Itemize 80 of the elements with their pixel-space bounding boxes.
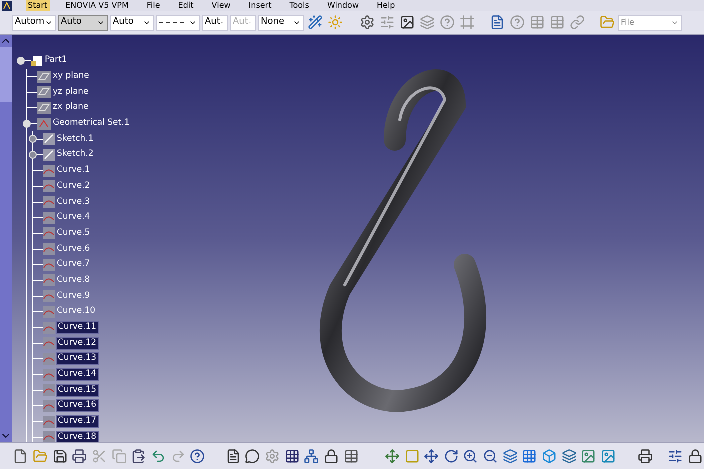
menu-item[interactable]: ENOVIA V5 VPM <box>64 0 131 12</box>
curve-icon <box>43 243 55 256</box>
menu-item[interactable]: Window <box>325 0 361 12</box>
tree-item[interactable]: Part1 <box>44 55 68 66</box>
tree-item[interactable]: Curve.13 <box>56 352 99 366</box>
style-dropdown[interactable]: Aut <box>202 14 228 30</box>
collapse-toggle-icon[interactable] <box>23 120 31 128</box>
part-icon <box>31 54 43 67</box>
curve-icon <box>43 212 55 224</box>
style-dropdown[interactable]: Auto <box>58 14 108 30</box>
file-dropdown[interactable]: File <box>618 14 682 30</box>
menu-item[interactable]: Tools <box>288 0 312 12</box>
speech-bubble-icon[interactable] <box>244 447 262 465</box>
curve-icon <box>43 274 55 286</box>
tree-item[interactable]: Curve.10 <box>56 306 97 318</box>
tree-item[interactable]: Curve.11 <box>56 321 99 334</box>
stack-icon[interactable] <box>560 447 578 465</box>
tree-item[interactable]: Curve.14 <box>56 368 99 382</box>
expand-toggle-icon[interactable] <box>29 150 37 159</box>
scroll-thumb[interactable] <box>0 47 12 102</box>
printer-icon[interactable] <box>70 447 89 465</box>
curve-icon <box>43 306 55 318</box>
tree-item[interactable]: Sketch.2 <box>56 149 95 160</box>
cube-icon[interactable] <box>540 447 558 465</box>
menu-item[interactable]: File <box>144 0 162 12</box>
tree-item[interactable]: yz plane <box>52 86 90 98</box>
move-icon[interactable] <box>384 447 402 465</box>
tree-item[interactable]: Geometrical Set.1 <box>52 118 131 130</box>
app-logo-icon[interactable] <box>2 0 12 10</box>
tree-item[interactable]: Sketch.1 <box>56 134 95 145</box>
style-dropdown[interactable] <box>156 14 200 30</box>
tree-item[interactable]: Curve.15 <box>56 384 99 397</box>
curve-icon <box>43 352 55 365</box>
expand-toggle-icon[interactable] <box>29 135 37 144</box>
curve-icon <box>43 180 55 192</box>
tree-item[interactable]: Curve.18 <box>56 430 99 442</box>
tree-item[interactable]: Curve.9 <box>56 290 92 302</box>
tree-icon[interactable] <box>302 447 321 465</box>
curve-icon <box>43 337 55 350</box>
pan-icon[interactable] <box>422 447 440 465</box>
menu-item[interactable]: Help <box>375 0 398 12</box>
menu-item[interactable]: Start <box>26 0 50 12</box>
gear-icon[interactable] <box>358 14 376 32</box>
curve-icon <box>43 227 55 240</box>
tree-item[interactable]: Curve.4 <box>56 212 92 224</box>
curve-icon <box>43 384 55 396</box>
style-dropdown[interactable]: None <box>258 14 304 30</box>
curve-icon <box>43 290 55 302</box>
curve-icon <box>43 258 55 271</box>
style-dropdown[interactable]: Auto <box>110 14 154 30</box>
curve-icon <box>43 164 55 177</box>
menu-item[interactable]: View <box>210 0 233 12</box>
tree-item[interactable]: xy plane <box>52 71 90 82</box>
help-icon[interactable] <box>188 447 207 465</box>
menu-item[interactable]: Insert <box>246 0 274 12</box>
lock-icon[interactable] <box>322 447 340 465</box>
tree-item[interactable]: zx plane <box>52 102 90 114</box>
tree-item[interactable]: Curve.5 <box>56 228 92 239</box>
tree-item[interactable]: Curve.6 <box>56 244 92 255</box>
tree-item[interactable]: Curve.7 <box>56 259 92 270</box>
collapse-toggle-icon[interactable] <box>17 56 25 65</box>
printer-icon[interactable] <box>637 447 655 465</box>
curve-icon <box>43 322 55 334</box>
tree-item[interactable]: Curve.1 <box>56 165 92 176</box>
curve-icon <box>43 196 55 208</box>
menu-item[interactable]: Edit <box>176 0 196 12</box>
curve-icon <box>43 400 55 412</box>
dashed-line-icon <box>159 20 185 24</box>
scrollbar[interactable] <box>0 35 12 442</box>
style-dropdown[interactable]: Autom <box>12 14 56 30</box>
brush-icon[interactable] <box>306 14 324 32</box>
tree-item[interactable]: Curve.3 <box>56 196 92 208</box>
tree-item[interactable]: Curve.12 <box>56 336 99 350</box>
tree-item[interactable]: Curve.17 <box>56 415 99 428</box>
tree-item[interactable]: Curve.16 <box>56 399 99 412</box>
tree-item[interactable]: Curve.2 <box>56 180 92 192</box>
curve-icon <box>43 431 55 442</box>
curve-icon <box>43 368 55 381</box>
tree-item[interactable]: Curve.8 <box>56 274 92 286</box>
curve-icon <box>43 416 55 428</box>
